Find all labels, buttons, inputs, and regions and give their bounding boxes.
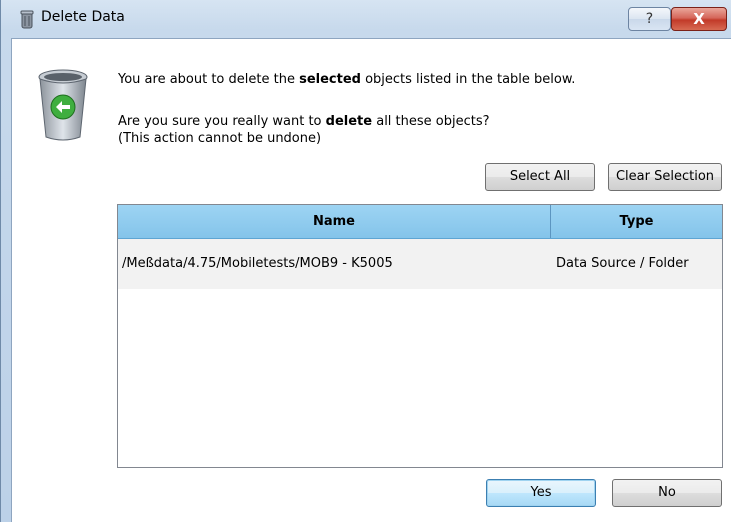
message-line-1: You are about to delete the selected obj… [118, 72, 575, 87]
cell-type: Data Source / Folder [556, 256, 689, 271]
yes-button[interactable]: Yes [486, 479, 596, 507]
message-text: all these objects? [372, 114, 490, 129]
table-header: Name Type [118, 205, 722, 239]
message-line-3: (This action cannot be undone) [118, 131, 322, 146]
dialog-body: You are about to delete the selected obj… [11, 38, 731, 522]
message-text: objects listed in the table below. [360, 72, 576, 87]
title-bar[interactable]: Delete Data ? X [1, 0, 731, 38]
help-button[interactable]: ? [628, 7, 671, 31]
trash-bin-icon [20, 10, 34, 29]
message-emphasis: selected [299, 72, 361, 87]
clear-selection-button[interactable]: Clear Selection [608, 163, 722, 191]
message-text: Are you sure you really want to [118, 114, 326, 129]
message-emphasis: delete [325, 114, 373, 129]
cell-name: /Meßdata/4.75/Mobiletests/MOB9 - K5005 [122, 256, 393, 271]
delete-data-dialog: Delete Data ? X You are about to delete … [0, 0, 731, 522]
window-title: Delete Data [41, 9, 125, 25]
close-button[interactable]: X [671, 7, 727, 31]
select-all-button[interactable]: Select All [485, 163, 595, 191]
objects-table[interactable]: Name Type /Meßdata/4.75/Mobiletests/MOB9… [117, 204, 723, 468]
message-line-2: Are you sure you really want to delete a… [118, 114, 490, 129]
column-header-name[interactable]: Name [118, 205, 551, 238]
message-text: You are about to delete the [118, 72, 300, 87]
table-row[interactable]: /Meßdata/4.75/Mobiletests/MOB9 - K5005 D… [118, 239, 722, 289]
recycle-bin-icon [38, 69, 88, 141]
column-header-type[interactable]: Type [551, 205, 722, 238]
no-button[interactable]: No [612, 479, 722, 507]
